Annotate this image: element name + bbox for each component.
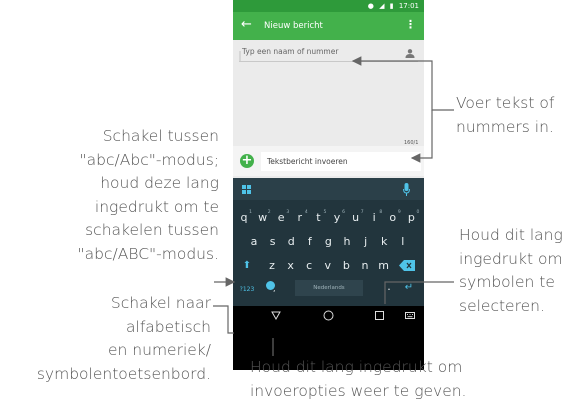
key-hint: 0 [416, 210, 420, 215]
callout-symbols [213, 305, 234, 334]
shift-icon[interactable]: ⬆ [239, 259, 255, 273]
key-s[interactable]: s [265, 235, 281, 249]
key-hint: 1 [249, 210, 252, 215]
key-z[interactable]: z [264, 259, 280, 273]
annotation-emoji-key: Houd dit lang ingedrukt om invoeropties w… [250, 356, 584, 403]
key-m[interactable]: m [376, 259, 392, 273]
annotation-line: "abc/ABC"-modus. [77, 244, 219, 263]
enter-icon[interactable]: ↵ [401, 281, 417, 295]
key-e[interactable]: e3 [273, 210, 289, 225]
key-hint: 5 [323, 210, 327, 215]
period-key[interactable]: . [381, 280, 397, 294]
annotation-symbols-key: Schakel naar alfabetisch en numeriek/symbo… [0, 292, 211, 386]
key-j[interactable]: j [358, 235, 374, 249]
key-hint: 8 [379, 210, 383, 215]
key-f[interactable]: f [302, 235, 318, 249]
emoji-key[interactable]: , [263, 278, 277, 293]
key-k[interactable]: k [376, 235, 392, 249]
triangle-back-icon[interactable] [271, 311, 281, 320]
page-title: Nieuw bericht [264, 21, 323, 31]
key-o[interactable]: o9 [385, 210, 400, 225]
keyboard-icon[interactable] [405, 312, 415, 319]
arrow-left-icon[interactable]: ← [241, 17, 252, 33]
annotation-line: nummers in. [456, 117, 554, 136]
annotation-line: ingedrukt om [459, 249, 563, 268]
soft-keyboard: q1w2e3r4t5y6u7i8o9p0 asdfghjkl zxcvbnm ⬆… [233, 178, 424, 370]
annotation-line: symbolentoetsenbord. [36, 364, 211, 383]
annotation-line: "abc/Abc"-modus; [79, 150, 219, 169]
key-hint: 2 [267, 210, 271, 215]
message-input[interactable]: Tekstbericht invoeren [261, 152, 421, 171]
key-w[interactable]: w2 [255, 210, 271, 225]
annotation-line: Houd dit lang ingedrukt om [250, 358, 463, 376]
key-q[interactable]: q1 [236, 210, 253, 225]
signal-icon: ◢ [379, 2, 385, 10]
key-hint: 6 [342, 210, 345, 215]
key-c[interactable]: c [301, 259, 317, 273]
symbols-key[interactable]: ?123 [237, 283, 257, 297]
key-v[interactable]: v [320, 259, 336, 273]
key-h[interactable]: h [339, 235, 355, 249]
key-hint: 4 [304, 210, 308, 215]
key-y[interactable]: y6 [329, 210, 345, 225]
backspace-icon[interactable] [399, 260, 415, 271]
recipient-placeholder[interactable]: Typ een naam of nummer [242, 47, 338, 57]
mic-icon[interactable] [403, 183, 410, 196]
annotation-line: selecteren. [459, 296, 545, 315]
app-bar: ← Nieuw bericht ⋮ [233, 12, 424, 40]
annotation-line: invoeropties weer te geven. [250, 381, 467, 400]
key-hint: 7 [360, 210, 364, 215]
status-time: 17:01 [398, 2, 419, 10]
annotation-shift-key: Schakel tussen "abc/Abc"-modus; houd deze … [0, 125, 219, 266]
key-i[interactable]: i8 [366, 210, 383, 225]
grid-icon[interactable] [242, 185, 251, 194]
key-n[interactable]: n [357, 259, 373, 273]
space-key[interactable]: Nederlands [295, 280, 363, 296]
square-recents-icon[interactable] [375, 311, 384, 320]
key-l[interactable]: l [395, 235, 411, 249]
nfc-icon: ● [367, 2, 374, 10]
key-x[interactable]: x [283, 259, 299, 273]
key-u[interactable]: u7 [348, 210, 364, 225]
key-d[interactable]: d [283, 235, 299, 249]
key-b[interactable]: b [338, 259, 354, 273]
recipient-underline [239, 51, 418, 62]
key-r[interactable]: r4 [292, 210, 308, 225]
annotation-input-field: Voer tekst of nummers in. [456, 92, 584, 139]
annotation-line: symbolen te [459, 273, 555, 291]
key-a[interactable]: a [246, 235, 262, 249]
annotation-line: Voer tekst of [456, 94, 555, 112]
annotation-line: schakelen tussen [85, 221, 219, 239]
annotation-line: alfabetisch [126, 317, 211, 336]
annotation-line: houd deze lang [100, 174, 219, 192]
compose-bar: + Tekstbericht invoeren [233, 146, 424, 176]
plus-icon[interactable]: + [240, 154, 254, 168]
battery-icon: ▮ [389, 2, 394, 10]
key-p[interactable]: p0 [403, 210, 420, 225]
key-t[interactable]: t5 [310, 210, 326, 225]
status-bar: ● ◢ ▮ 17:01 [233, 0, 424, 12]
circle-home-icon[interactable] [323, 310, 334, 321]
recipient-field[interactable]: Typ een naam of nummer [239, 40, 418, 62]
annotation-line: ingedrukt om te [94, 197, 219, 216]
message-placeholder[interactable]: Tekstbericht invoeren [267, 157, 348, 167]
more-vert-icon[interactable]: ⋮ [405, 19, 416, 31]
phone-screen: ● ◢ ▮ 17:01 ← Nieuw bericht ⋮ Typ een na… [233, 0, 424, 370]
annotation-line: en numeriek/ [108, 341, 211, 359]
key-g[interactable]: g [320, 235, 336, 249]
annotation-line: Schakel tussen [102, 127, 219, 145]
key-hint: 9 [397, 210, 401, 215]
annotation-line: Houd dit lang [459, 226, 563, 244]
annotation-period-key: Houd dit lang ingedrukt om symbolen te sele… [459, 224, 584, 318]
keyboard-toolbar [233, 178, 424, 200]
key-hint: 3 [286, 210, 290, 215]
person-icon[interactable] [405, 49, 415, 58]
annotation-line: Schakel naar [110, 294, 211, 312]
